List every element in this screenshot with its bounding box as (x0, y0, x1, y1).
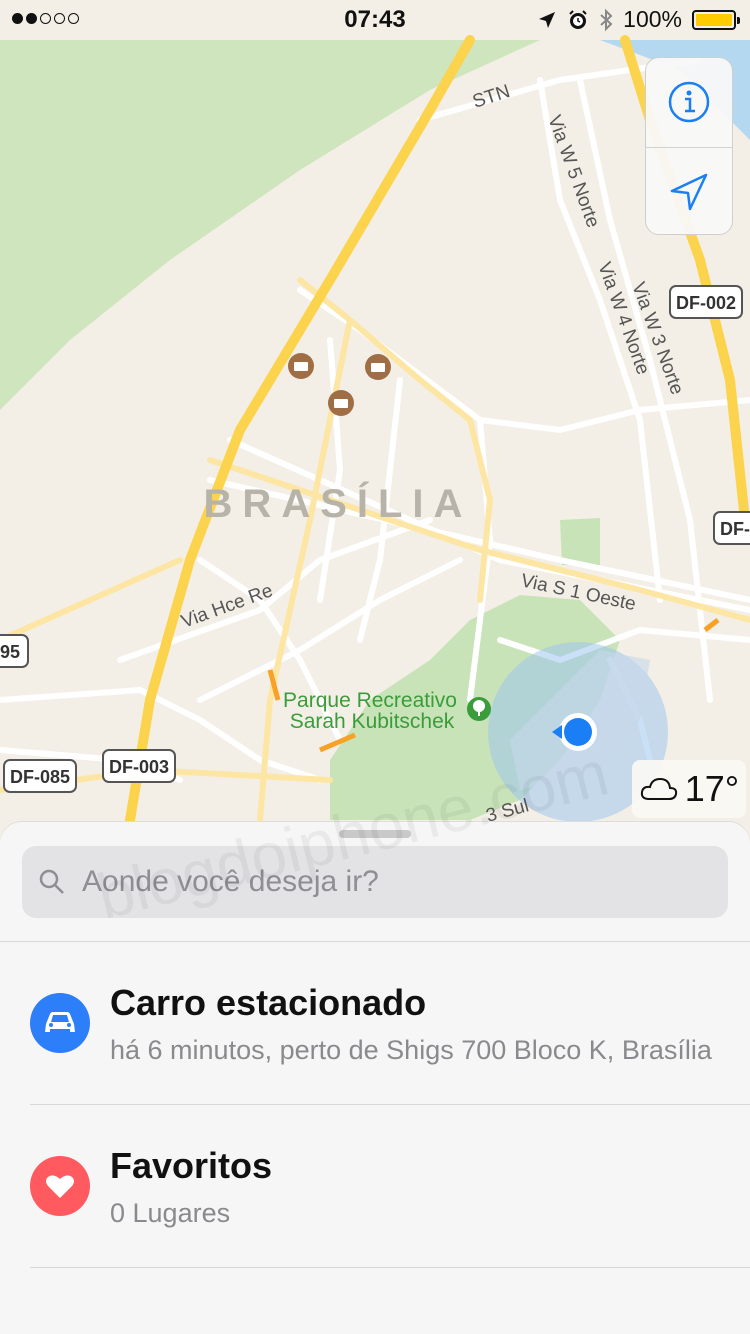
road-shield: 95 (0, 634, 29, 668)
parked-car-item[interactable]: Carro estacionado há 6 minutos, perto de… (0, 942, 750, 1104)
svg-text:DF-003: DF-003 (109, 757, 169, 777)
briefcase-icon (328, 390, 354, 416)
map-controls (645, 57, 733, 235)
cloud-icon (640, 777, 677, 800)
battery-percent: 100% (623, 6, 682, 32)
road-shield: DF-003 (102, 749, 176, 783)
park-label: Sarah Kubitschek (290, 710, 455, 733)
item-title: Carro estacionado (110, 982, 427, 1023)
item-title: Favoritos (110, 1145, 273, 1186)
bottom-sheet: Carro estacionado há 6 minutos, perto de… (0, 736, 750, 1334)
location-arrow-icon (670, 173, 708, 211)
park-tree-icon (467, 697, 491, 721)
svg-text:DF-0: DF-0 (720, 519, 750, 539)
item-subtitle: 0 Lugares (110, 1198, 231, 1228)
road-shield: DF-002 (669, 285, 743, 319)
svg-text:DF-085: DF-085 (10, 767, 70, 787)
car-icon (30, 993, 90, 1053)
location-arrow-icon (539, 11, 556, 28)
city-label: BRASÍLIA (204, 481, 473, 526)
park-label: Parque Recreativo (283, 689, 457, 712)
status-bar: 07:43 100% (0, 0, 750, 40)
map-info-button[interactable] (646, 58, 732, 146)
heart-icon (30, 1156, 90, 1216)
alarm-icon (569, 9, 587, 29)
road-shield: DF-0 (713, 511, 750, 545)
bluetooth-icon (600, 8, 613, 31)
battery-icon (692, 9, 740, 30)
info-icon (668, 81, 710, 123)
briefcase-icon (288, 353, 314, 379)
current-location-button[interactable] (646, 147, 732, 236)
favorites-item[interactable]: Favoritos 0 Lugares (0, 1105, 750, 1267)
svg-text:95: 95 (0, 642, 20, 662)
svg-text:DF-002: DF-002 (676, 293, 736, 313)
search-icon (39, 869, 64, 894)
temperature: 17° (684, 768, 740, 809)
road-shield: DF-085 (3, 759, 77, 793)
divider (30, 1267, 750, 1268)
item-subtitle: há 6 minutos, perto de Shigs 700 Bloco K… (110, 1035, 712, 1065)
briefcase-icon (365, 354, 391, 380)
weather-badge: 17° (632, 760, 746, 818)
